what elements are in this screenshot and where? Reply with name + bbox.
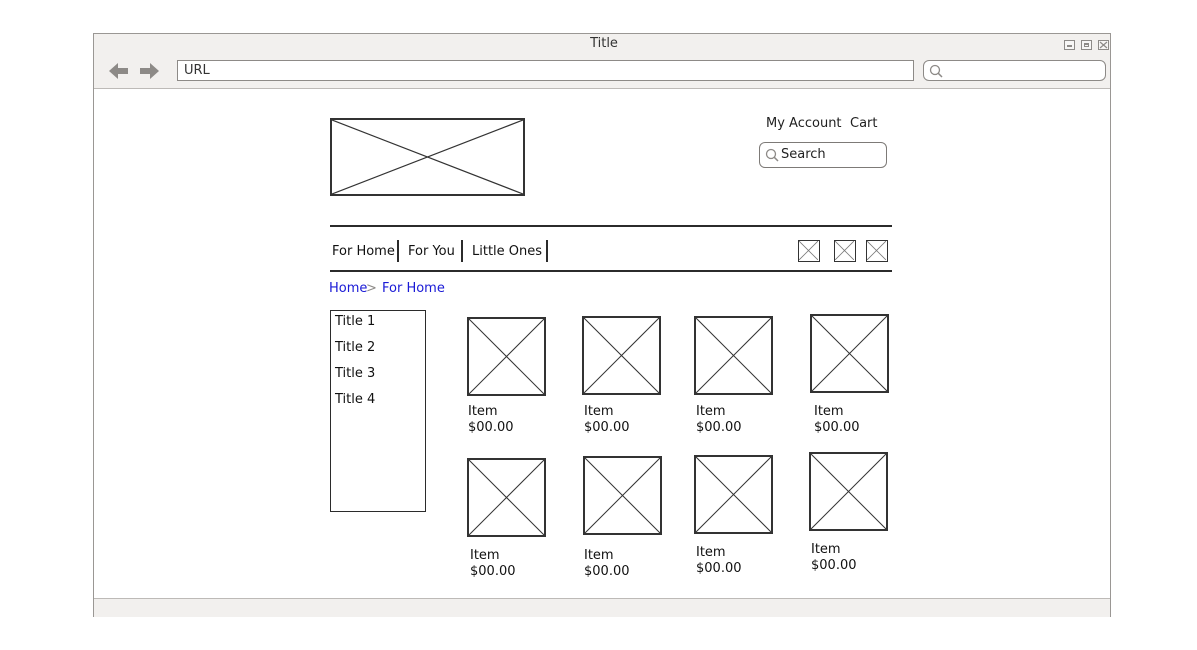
cart-link[interactable]: Cart xyxy=(850,116,878,131)
nav-bottom-divider xyxy=(330,270,892,272)
product-name[interactable]: Item xyxy=(468,404,498,419)
product-image[interactable] xyxy=(582,316,661,395)
nav-item-for-you[interactable]: For You xyxy=(408,244,455,259)
sidebar-item-title-3[interactable]: Title 3 xyxy=(335,366,375,381)
product-image[interactable] xyxy=(810,314,889,393)
sidebar-item-title-2[interactable]: Title 2 xyxy=(335,340,375,355)
product-image[interactable] xyxy=(467,317,546,396)
back-arrow-icon[interactable] xyxy=(107,61,131,81)
product-price: $00.00 xyxy=(696,420,742,435)
breadcrumb-current[interactable]: For Home xyxy=(382,281,445,296)
nav-icon-placeholder-1[interactable] xyxy=(798,240,820,262)
product-name[interactable]: Item xyxy=(470,548,500,563)
browser-title: Title xyxy=(590,36,618,51)
nav-top-divider xyxy=(330,225,892,227)
nav-item-little-ones[interactable]: Little Ones xyxy=(472,244,542,259)
sidebar-item-title-4[interactable]: Title 4 xyxy=(335,392,375,407)
browser-statusbar xyxy=(94,598,1110,617)
close-icon[interactable] xyxy=(1098,40,1109,50)
product-image[interactable] xyxy=(694,455,773,534)
product-price: $00.00 xyxy=(584,420,630,435)
product-price: $00.00 xyxy=(584,564,630,579)
product-name[interactable]: Item xyxy=(584,404,614,419)
product-name[interactable]: Item xyxy=(584,548,614,563)
product-name[interactable]: Item xyxy=(811,542,841,557)
nav-item-for-home[interactable]: For Home xyxy=(332,244,395,259)
product-price: $00.00 xyxy=(468,420,514,435)
product-name[interactable]: Item xyxy=(696,545,726,560)
maximize-icon[interactable] xyxy=(1081,40,1092,50)
address-bar[interactable]: URL xyxy=(177,60,914,81)
product-price: $00.00 xyxy=(470,564,516,579)
forward-arrow-icon[interactable] xyxy=(137,61,161,81)
nav-separator xyxy=(546,240,548,262)
minimize-icon[interactable] xyxy=(1064,40,1075,50)
browser-search-input[interactable] xyxy=(923,60,1106,81)
breadcrumb-home[interactable]: Home xyxy=(329,281,367,296)
nav-separator xyxy=(461,240,463,262)
site-search-placeholder: Search xyxy=(781,147,826,162)
product-image[interactable] xyxy=(467,458,546,537)
product-name[interactable]: Item xyxy=(696,404,726,419)
my-account-link[interactable]: My Account xyxy=(766,116,842,131)
nav-icon-placeholder-3[interactable] xyxy=(866,240,888,262)
product-image[interactable] xyxy=(694,316,773,395)
search-icon xyxy=(929,64,943,78)
product-price: $00.00 xyxy=(814,420,860,435)
nav-icon-placeholder-2[interactable] xyxy=(834,240,856,262)
search-icon xyxy=(765,148,779,162)
product-price: $00.00 xyxy=(811,558,857,573)
product-image[interactable] xyxy=(809,452,888,531)
sidebar-item-title-1[interactable]: Title 1 xyxy=(335,314,375,329)
product-price: $00.00 xyxy=(696,561,742,576)
logo-placeholder[interactable] xyxy=(330,118,525,196)
breadcrumb-separator: > xyxy=(366,281,377,296)
product-name[interactable]: Item xyxy=(814,404,844,419)
nav-separator xyxy=(397,240,399,262)
product-image[interactable] xyxy=(583,456,662,535)
